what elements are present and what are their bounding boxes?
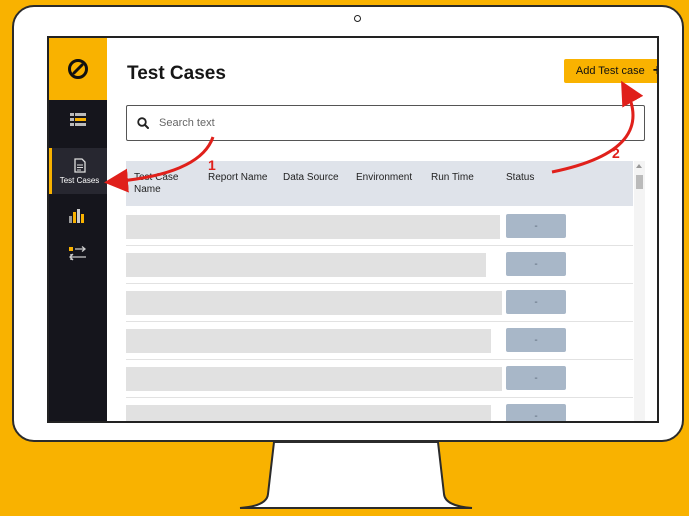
- sidebar: Test Cases: [49, 38, 107, 421]
- row-placeholder-bar: [126, 405, 491, 421]
- sidebar-item-reports[interactable]: [49, 202, 107, 230]
- app-screen: Test Cases Test Cases Add Test case Sear…: [47, 36, 659, 423]
- sidebar-item-list[interactable]: [49, 104, 107, 136]
- transfer-icon: [69, 246, 87, 261]
- column-header-test-case-name[interactable]: Test Case Name: [134, 172, 194, 196]
- table-row[interactable]: -: [126, 322, 633, 360]
- search-icon: [137, 117, 149, 129]
- status-button[interactable]: -: [506, 404, 566, 421]
- app-logo: [49, 38, 107, 100]
- column-header-report-name[interactable]: Report Name: [208, 172, 267, 184]
- table-row[interactable]: -: [126, 360, 633, 398]
- main-content: Test Cases Add Test case + Test Case Nam…: [107, 38, 657, 421]
- table-header: Test Case Name Report Name Data Source E…: [126, 161, 633, 206]
- annotation-label-2: 2: [612, 145, 620, 161]
- sidebar-item-test-cases[interactable]: Test Cases: [49, 148, 107, 194]
- scroll-up-icon[interactable]: [636, 164, 642, 168]
- column-header-data-source[interactable]: Data Source: [283, 172, 339, 184]
- camera-dot: [354, 15, 361, 22]
- status-button[interactable]: -: [506, 252, 566, 276]
- status-button[interactable]: -: [506, 214, 566, 238]
- add-test-case-button[interactable]: Add Test case +: [564, 59, 657, 83]
- row-placeholder-bar: [126, 215, 500, 239]
- status-button[interactable]: -: [506, 328, 566, 352]
- page-title: Test Cases: [127, 63, 226, 84]
- status-button[interactable]: -: [506, 366, 566, 390]
- column-header-environment[interactable]: Environment: [356, 172, 412, 184]
- logo-icon: [68, 59, 88, 79]
- table-row[interactable]: -: [126, 246, 633, 284]
- chart-bars-icon: [69, 209, 84, 223]
- status-button[interactable]: -: [506, 290, 566, 314]
- sidebar-item-transfer[interactable]: [49, 238, 107, 270]
- column-header-status[interactable]: Status: [506, 172, 534, 184]
- table-row[interactable]: -: [126, 398, 633, 421]
- row-placeholder-bar: [126, 291, 502, 315]
- search-box[interactable]: [126, 105, 645, 141]
- list-icon: [70, 113, 86, 126]
- table-row[interactable]: -: [126, 284, 633, 322]
- plus-icon: +: [653, 63, 657, 79]
- row-placeholder-bar: [126, 367, 502, 391]
- monitor-frame: Test Cases Test Cases Add Test case Sear…: [12, 5, 684, 442]
- row-placeholder-bar: [126, 329, 491, 353]
- search-input[interactable]: [157, 116, 621, 130]
- column-header-run-time[interactable]: Run Time: [431, 172, 474, 184]
- row-placeholder-bar: [126, 253, 486, 277]
- annotation-label-1: 1: [208, 157, 216, 173]
- sidebar-item-label: Test Cases: [59, 175, 100, 185]
- document-icon: [73, 157, 86, 173]
- scroll-thumb[interactable]: [636, 175, 643, 189]
- add-button-label: Add Test case: [575, 65, 645, 77]
- table-row[interactable]: -: [126, 208, 633, 246]
- table-scrollbar[interactable]: [634, 161, 645, 421]
